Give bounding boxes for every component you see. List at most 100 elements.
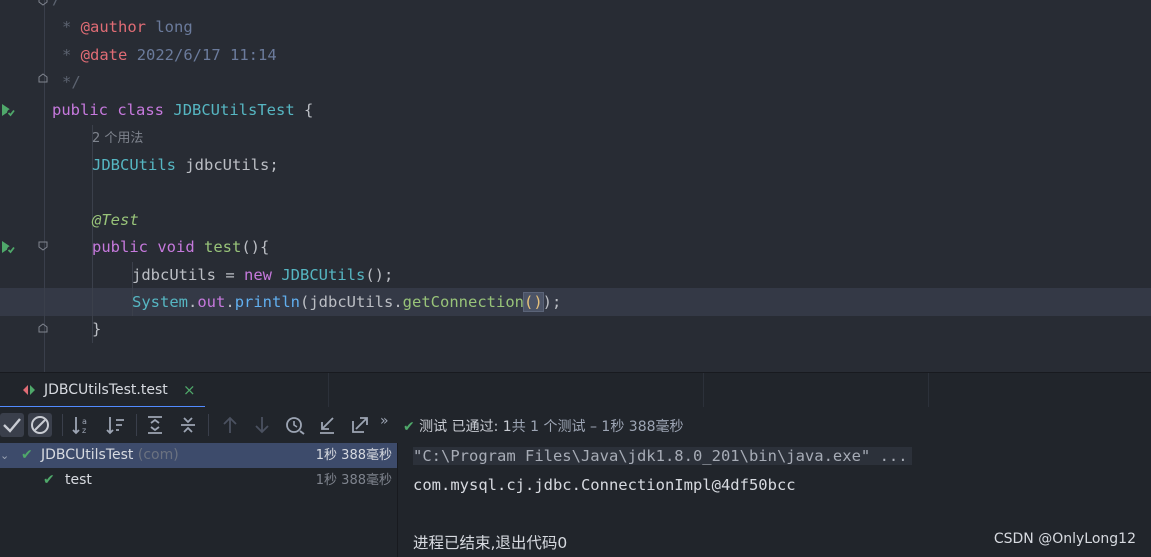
toolbar-divider <box>208 414 209 436</box>
code-line-9: public void test(){ <box>92 234 269 261</box>
run-test-gutter-icon[interactable] <box>0 238 16 256</box>
type-name: JDBCUtils <box>92 156 176 174</box>
code-line-8: @Test <box>92 207 139 234</box>
close-tab-icon[interactable]: × <box>183 381 196 399</box>
sort-alpha-icon[interactable]: az <box>70 413 94 437</box>
tab-label: JDBCUtilsTest.test <box>44 382 168 398</box>
constructor: JDBCUtils <box>281 266 366 284</box>
gutter-divider <box>44 0 45 372</box>
test-method-name: test <box>65 472 92 488</box>
collapse-all-icon[interactable] <box>176 413 200 437</box>
svg-text:z: z <box>82 426 86 435</box>
matched-paren: () <box>523 292 544 312</box>
brace: { <box>294 101 314 119</box>
test-duration: 1秒 388毫秒 <box>315 473 392 488</box>
passed-check-icon: ✔ <box>21 447 33 463</box>
code-line-10: jdbcUtils = new JDBCUtils(); <box>132 262 393 289</box>
status-passed-text: 测试 已通过: 1 <box>414 419 512 435</box>
javadoc-tag: @author <box>80 18 146 36</box>
fold-end-icon[interactable] <box>38 323 48 333</box>
console-output[interactable]: "C:\Program Files\Java\jdk1.8.0_201\bin\… <box>398 443 1151 557</box>
keyword: public <box>52 101 108 119</box>
annotation: @Test <box>92 211 139 229</box>
field-name: jdbcUtils; <box>176 156 279 174</box>
console-output-line: com.mysql.cj.jdbc.ConnectionImpl@4df50bc… <box>413 476 796 494</box>
brace: } <box>92 320 102 338</box>
class-name: System <box>132 293 188 311</box>
test-results-tree: ⌄ ✔ JDBCUtilsTest (com) 1秒 388毫秒 ✔ test … <box>0 443 398 557</box>
tab-run-config[interactable]: JDBCUtilsTest.test × <box>0 373 205 408</box>
class-name: JDBCUtilsTest <box>173 101 295 119</box>
usages-hint[interactable]: 2 个用法 <box>92 124 143 151</box>
test-history-icon[interactable] <box>283 413 307 437</box>
console-exit-line: 进程已结束,退出代码0 <box>413 534 568 552</box>
javadoc-value: long <box>155 18 193 36</box>
argument: (jdbcUtils. <box>300 293 403 311</box>
punctuation: . <box>225 293 235 311</box>
static-field: out <box>197 293 226 311</box>
code-line-1: /** <box>52 0 80 13</box>
tree-row-class[interactable]: ⌄ ✔ JDBCUtilsTest (com) 1秒 388毫秒 <box>0 443 397 468</box>
test-package: (com) <box>133 447 179 463</box>
import-tests-icon[interactable] <box>315 413 339 437</box>
tree-row-method[interactable]: ✔ test 1秒 388毫秒 <box>0 468 397 493</box>
code-line-11: System.out.println(jdbcUtils.getConnecti… <box>132 289 561 316</box>
usages-hint-text[interactable]: 2 个用法 <box>92 131 143 146</box>
code-line-4: */ <box>62 69 81 96</box>
fold-marker-icon[interactable] <box>38 0 48 6</box>
test-runner-toolbar: az » ✔ 测试 已通过: 1共 1 个测试 – 1秒 388毫秒 <box>0 407 1151 444</box>
show-ignored-icon[interactable] <box>28 413 52 437</box>
assignment: jdbcUtils = <box>132 266 244 284</box>
run-test-gutter-icon[interactable] <box>0 101 16 119</box>
passed-check-icon: ✔ <box>43 472 55 488</box>
comment-token: * <box>62 46 81 64</box>
tab-divider <box>328 373 329 408</box>
fold-end-icon[interactable] <box>38 73 48 83</box>
export-tests-icon[interactable] <box>348 413 372 437</box>
code-line-5: public class JDBCUtilsTest { <box>52 97 313 124</box>
tab-divider <box>703 373 704 408</box>
expand-all-icon[interactable] <box>143 413 167 437</box>
comment-token: */ <box>62 73 81 91</box>
method-call: getConnection <box>402 293 524 311</box>
code-line-3: * @date 2022/6/17 11:14 <box>62 42 277 69</box>
comment-token: /** <box>52 0 80 8</box>
test-duration: 1秒 388毫秒 <box>315 448 392 463</box>
method-name: test <box>204 238 242 256</box>
expand-chevron-icon[interactable]: ⌄ <box>0 443 9 468</box>
passed-check-icon: ✔ <box>403 419 415 435</box>
status-detail-text: 共 1 个测试 – 1秒 388毫秒 <box>511 419 684 435</box>
method-signature: (){ <box>241 238 270 256</box>
keyword: void <box>157 238 195 256</box>
tree-item-label: JDBCUtilsTest (com) <box>41 443 179 468</box>
more-actions-icon[interactable]: » <box>380 413 389 429</box>
code-editor[interactable]: /** * @author long * @date 2022/6/17 11:… <box>0 0 1151 372</box>
sort-duration-icon[interactable] <box>104 413 128 437</box>
code-line-12: } <box>92 316 101 343</box>
run-tab-bar: JDBCUtilsTest.test × <box>0 372 1151 408</box>
toolbar-divider <box>136 414 137 436</box>
code-line-6: JDBCUtils jdbcUtils; <box>92 152 279 179</box>
punctuation: ); <box>542 293 562 311</box>
watermark: CSDN @OnlyLong12 <box>993 531 1136 547</box>
comment-token: * <box>62 18 81 36</box>
svg-text:a: a <box>82 417 87 426</box>
test-class-name: JDBCUtilsTest <box>41 447 134 463</box>
method-call: println <box>234 293 301 311</box>
code-line-2: * @author long <box>62 14 193 41</box>
test-config-icon <box>23 385 35 395</box>
keyword: new <box>243 266 272 284</box>
punctuation: (); <box>365 266 394 284</box>
fold-marker-icon[interactable] <box>38 241 48 251</box>
next-failed-icon[interactable] <box>250 413 274 437</box>
toolbar-divider <box>62 414 63 436</box>
javadoc-value: 2022/6/17 11:14 <box>136 46 277 64</box>
tab-divider <box>928 373 929 408</box>
test-status-summary: ✔ 测试 已通过: 1共 1 个测试 – 1秒 388毫秒 <box>403 416 684 436</box>
show-passed-icon[interactable] <box>0 413 24 437</box>
previous-failed-icon[interactable] <box>218 413 242 437</box>
javadoc-tag: @date <box>80 46 128 64</box>
keyword: public <box>92 238 148 256</box>
console-command-line[interactable]: "C:\Program Files\Java\jdk1.8.0_201\bin\… <box>413 447 912 465</box>
keyword: class <box>117 101 165 119</box>
